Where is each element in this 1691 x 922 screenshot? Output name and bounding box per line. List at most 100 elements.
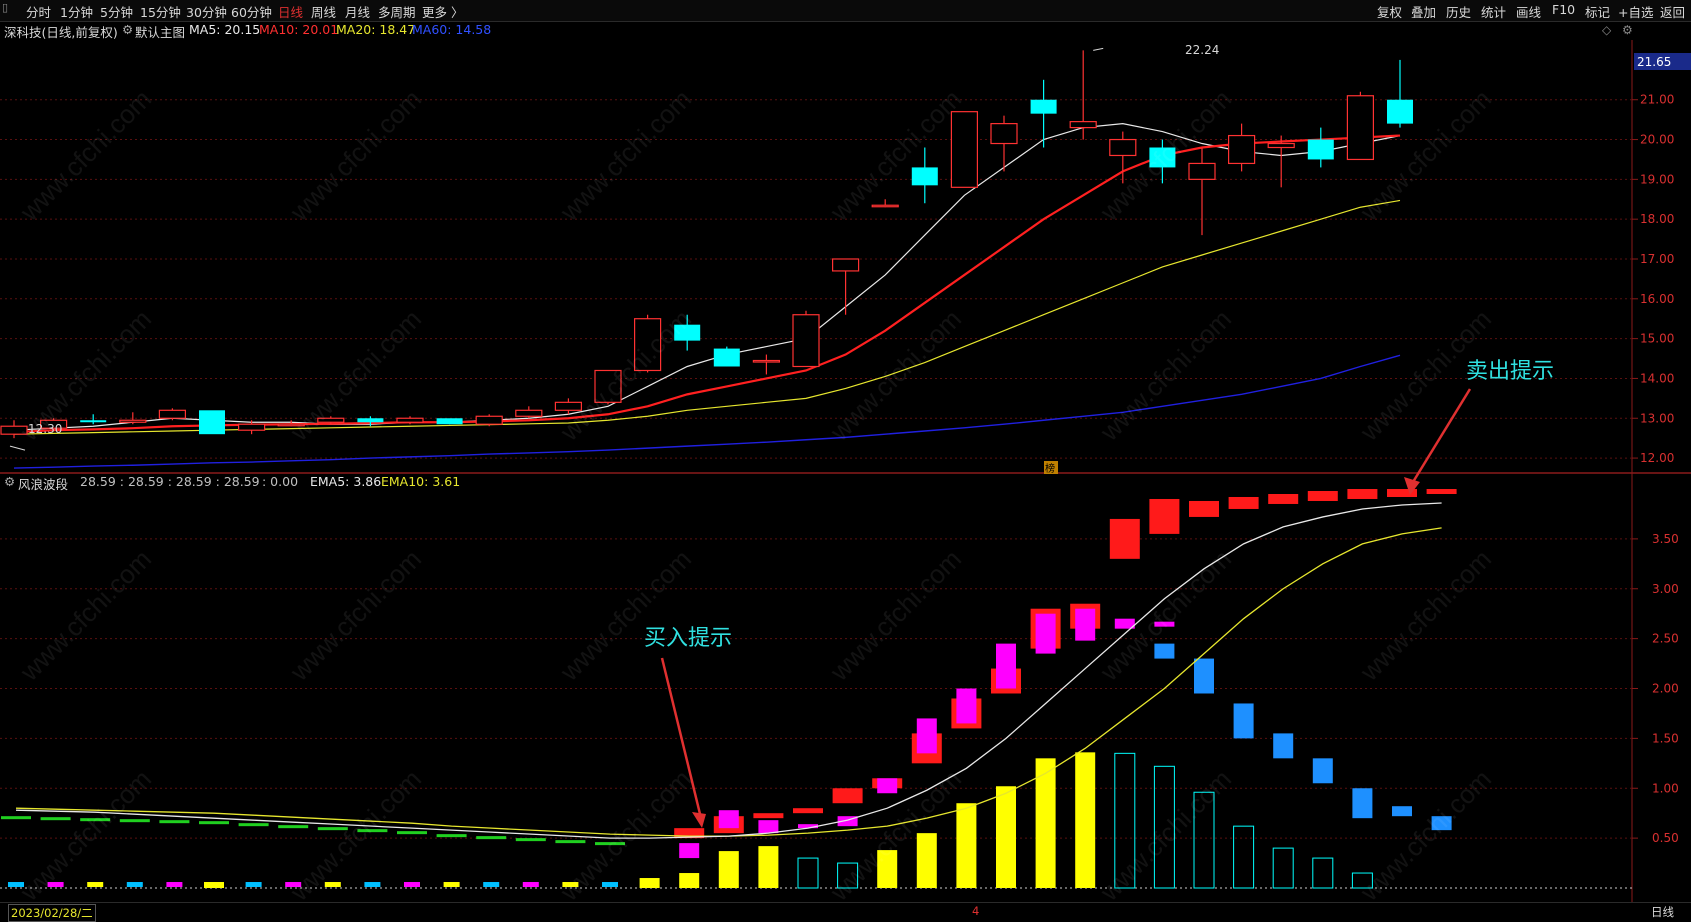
stats-button[interactable]: 统计: [1481, 2, 1506, 21]
sub-axis-label: 0.50: [1652, 831, 1679, 845]
magenta-block: [1075, 608, 1096, 641]
yellow-bar: [758, 846, 779, 888]
candle-body: [317, 417, 345, 423]
candle-body: [633, 318, 662, 372]
month-marker: 4: [972, 904, 980, 918]
fuquan-button[interactable]: 复权: [1377, 2, 1402, 21]
period-multi[interactable]: 多周期: [378, 2, 416, 21]
period-toolbar: ▯ 分时 1分钟 5分钟 15分钟 30分钟 60分钟 日线 周线 月线 多周期…: [0, 0, 1691, 22]
candle-body: [594, 369, 622, 403]
buy-arrow-head: [692, 812, 706, 828]
bottom-tick-block: [47, 882, 64, 888]
period-more[interactable]: 更多 〉: [422, 2, 463, 21]
candle-body: [1069, 121, 1097, 129]
green-dash: [199, 821, 229, 825]
candle-body: [752, 359, 781, 363]
overlay-button[interactable]: 叠加: [1411, 2, 1436, 21]
candle-body: [1307, 139, 1334, 160]
period-indicator[interactable]: 日线: [1651, 904, 1674, 920]
settings-icon[interactable]: ⚙: [122, 22, 133, 37]
candle: [199, 410, 225, 435]
history-button[interactable]: 历史: [1446, 2, 1471, 21]
sub-axis-label: 1.00: [1652, 781, 1679, 795]
magenta-block: [1154, 621, 1175, 627]
blue-block: [1273, 733, 1294, 759]
ma60-value: MA60: 14.58: [412, 22, 492, 37]
bottom-tick-block: [285, 882, 302, 888]
period-5min[interactable]: 5分钟: [100, 2, 133, 21]
period-fenshi[interactable]: 分时: [26, 2, 51, 21]
green-dash: [595, 842, 625, 846]
candle-body: [1267, 142, 1295, 149]
candle-body: [1030, 99, 1057, 114]
ma20-value: MA20: 18.47: [336, 22, 416, 37]
draw-line-button[interactable]: 画线: [1516, 2, 1541, 21]
candle-body: [199, 410, 225, 435]
period-15min[interactable]: 15分钟: [140, 2, 181, 21]
cyan-outline-bar: [1351, 872, 1373, 889]
cyan-outline-bar: [797, 857, 819, 889]
green-dash: [397, 831, 427, 835]
period-monthly[interactable]: 月线: [345, 2, 370, 21]
bottom-tick-block: [522, 882, 539, 888]
price-axis-label: 19.00: [1640, 172, 1674, 186]
period-weekly[interactable]: 周线: [311, 2, 336, 21]
ma-line-ma10: [13, 134, 1401, 434]
green-dash: [238, 823, 269, 827]
wave-indicator-chart[interactable]: 3.503.002.502.001.501.000.50 买入提示 卖出提示: [0, 474, 1691, 902]
stock-label[interactable]: 深科技(日线,前复权): [4, 22, 118, 41]
magenta-block: [1035, 613, 1056, 654]
status-bar: 2023/02/28/二 4 日线: [0, 902, 1691, 922]
candle: [1227, 123, 1256, 172]
buy-arrow-line: [660, 657, 702, 815]
candle-body: [238, 423, 266, 431]
price-axis-label: 14.00: [1640, 371, 1674, 385]
green-dash: [436, 834, 467, 838]
bottom-tick-block: [364, 882, 381, 888]
candle: [752, 354, 781, 375]
candle: [1149, 139, 1176, 184]
red-block: [1109, 518, 1140, 559]
candle-body: [950, 111, 979, 188]
cyan-outline-bar: [1312, 857, 1334, 889]
candle: [674, 314, 701, 351]
ema5-line: [15, 502, 1442, 839]
cyan-outline-bar: [837, 862, 859, 889]
f10-button[interactable]: F10: [1552, 2, 1575, 17]
green-dash: [119, 819, 150, 823]
ma-line-ma20: [13, 199, 1401, 435]
blue-block: [1352, 788, 1373, 819]
period-30min[interactable]: 30分钟: [186, 2, 227, 21]
blue-block: [1392, 806, 1412, 817]
menu-icon[interactable]: ▯: [2, 1, 8, 14]
magenta-block: [996, 643, 1016, 689]
mark-button[interactable]: 标记: [1585, 2, 1610, 21]
candle: [0, 420, 28, 439]
low-annotation: 12.30: [28, 422, 62, 436]
bottom-tick-block: [206, 882, 222, 888]
back-button[interactable]: 返回: [1660, 2, 1685, 21]
bottom-tick-block: [8, 882, 24, 888]
blue-block: [1194, 658, 1214, 694]
bottom-tick-block: [443, 882, 460, 888]
add-watchlist-button[interactable]: +自选: [1618, 2, 1653, 21]
yellow-bar: [956, 803, 977, 888]
yellow-bar: [639, 878, 660, 888]
indicator-name[interactable]: 默认主图: [135, 22, 185, 41]
candlestick-chart[interactable]: 21.00 20.00 19.00 18.00 17.00 16.00 15.00 14.00…: [0, 40, 1691, 474]
green-dash: [1, 816, 31, 820]
sub-axis-label: 2.00: [1652, 682, 1679, 696]
period-daily[interactable]: 日线: [278, 2, 303, 21]
candle: [1346, 91, 1375, 161]
candle: [633, 314, 662, 373]
blue-block: [1154, 643, 1175, 659]
period-1min[interactable]: 1分钟: [60, 2, 93, 21]
magenta-block: [758, 820, 779, 834]
diamond-icon[interactable]: ◇: [1602, 23, 1611, 37]
period-60min[interactable]: 60分钟: [231, 2, 272, 21]
high-label: 22.24: [1185, 43, 1219, 57]
current-price: 21.65: [1637, 55, 1671, 69]
low-label: 12.30: [28, 422, 62, 436]
gear-icon[interactable]: ⚙: [1622, 23, 1633, 37]
bottom-tick-block: [602, 882, 618, 888]
